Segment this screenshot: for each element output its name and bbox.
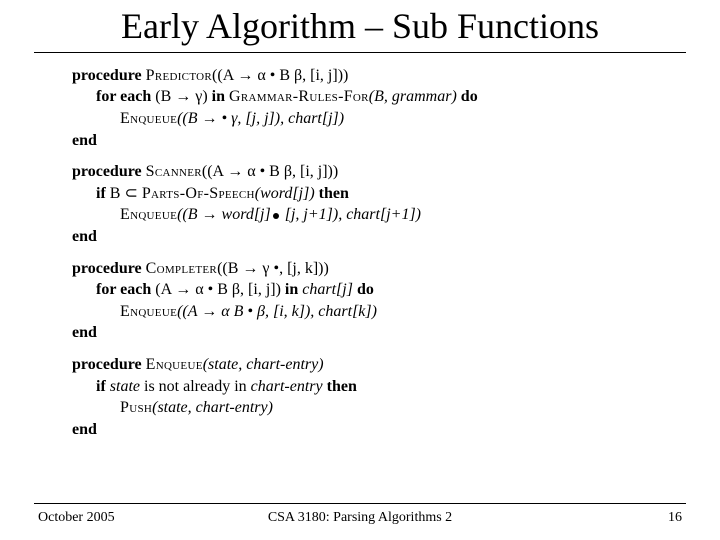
fn-parts-of-speech: Parts-Of-Speech xyxy=(142,185,255,202)
args: (B, grammar) xyxy=(369,88,461,105)
completer-foreach: for each (A → α • B β, [i, j]) in chart[… xyxy=(72,279,720,301)
footer-title: CSA 3180: Parsing Algorithms 2 xyxy=(38,510,682,526)
fn-enqueue: Enqueue xyxy=(120,206,177,223)
proc-name: Scanner xyxy=(146,163,202,180)
proc-enqueue: procedure Enqueue(state, chart-entry) xyxy=(72,354,720,376)
scanner-if: if B ⊂ Parts-Of-Speech(word[j]) then xyxy=(72,183,720,205)
kw-if: if xyxy=(96,185,110,202)
proc-sig: ((B → γ •, [j, k])) xyxy=(217,260,329,277)
kw-procedure: procedure xyxy=(72,163,142,180)
args: ((B → • γ, [j, j]), chart[j]) xyxy=(177,110,344,127)
args: ((B → word[j] xyxy=(177,206,271,223)
fn-grammar-rules-for: Grammar-Rules-For xyxy=(229,88,369,105)
fn-enqueue: Enqueue xyxy=(120,110,177,127)
kw-procedure: procedure xyxy=(72,67,142,84)
kw-do: do xyxy=(461,88,478,105)
completer-enqueue: Enqueue((A → α B • β, [i, k]), chart[k]) xyxy=(72,301,720,323)
kw-then: then xyxy=(319,185,349,202)
footer-rule xyxy=(34,503,686,504)
txt: B ⊂ xyxy=(110,185,142,202)
args: (word[j]) xyxy=(255,185,319,202)
proc-sig: ((A → α • B β, [i, j])) xyxy=(202,163,338,180)
dot-icon xyxy=(273,213,279,219)
kw-procedure: procedure xyxy=(72,356,142,373)
slide: Early Algorithm – Sub Functions procedur… xyxy=(0,0,720,540)
txt: (B → γ) xyxy=(155,88,211,105)
args: chart[j] xyxy=(302,281,357,298)
proc-sig: ((A → α • B β, [i, j])) xyxy=(212,67,348,84)
arg-chart-entry: chart-entry xyxy=(251,378,327,395)
predictor-enqueue: Enqueue((B → • γ, [j, j]), chart[j]) xyxy=(72,108,720,130)
kw-if: if xyxy=(96,378,110,395)
kw-end: end xyxy=(72,130,720,152)
fn-enqueue: Enqueue xyxy=(120,303,177,320)
txt: is not already in xyxy=(144,378,251,395)
predictor-foreach: for each (B → γ) in Grammar-Rules-For(B,… xyxy=(72,86,720,108)
enqueue-if: if state is not already in chart-entry t… xyxy=(72,376,720,398)
kw-do: do xyxy=(357,281,374,298)
args: [j, j+1]), chart[j+1]) xyxy=(281,206,421,223)
proc-sig: (state, chart-entry) xyxy=(203,356,324,373)
txt: (A → α • B β, [i, j]) xyxy=(155,281,285,298)
proc-name: Predictor xyxy=(146,67,212,84)
args: (state, chart-entry) xyxy=(152,399,273,416)
kw-foreach: for each xyxy=(96,88,155,105)
proc-completer: procedure Completer((B → γ •, [j, k])) xyxy=(72,258,720,280)
scanner-enqueue: Enqueue((B → word[j] [j, j+1]), chart[j+… xyxy=(72,204,720,226)
kw-foreach: for each xyxy=(96,281,155,298)
proc-name: Enqueue xyxy=(146,356,203,373)
proc-name: Completer xyxy=(146,260,217,277)
args: ((A → α B • β, [i, k]), chart[k]) xyxy=(177,303,377,320)
enqueue-push: Push(state, chart-entry) xyxy=(72,397,720,419)
kw-then: then xyxy=(327,378,357,395)
footer: October 2005 CSA 3180: Parsing Algorithm… xyxy=(38,510,682,526)
kw-in: in xyxy=(285,281,302,298)
arg-state: state xyxy=(110,378,144,395)
kw-end: end xyxy=(72,322,720,344)
kw-in: in xyxy=(212,88,229,105)
page-title: Early Algorithm – Sub Functions xyxy=(0,0,720,52)
proc-predictor: procedure Predictor((A → α • B β, [i, j]… xyxy=(72,65,720,87)
kw-end: end xyxy=(72,226,720,248)
proc-scanner: procedure Scanner((A → α • B β, [i, j])) xyxy=(72,161,720,183)
fn-push: Push xyxy=(120,399,152,416)
kw-end: end xyxy=(72,419,720,441)
kw-procedure: procedure xyxy=(72,260,142,277)
pseudocode-block: procedure Predictor((A → α • B β, [i, j]… xyxy=(72,65,720,441)
title-rule xyxy=(34,52,686,53)
